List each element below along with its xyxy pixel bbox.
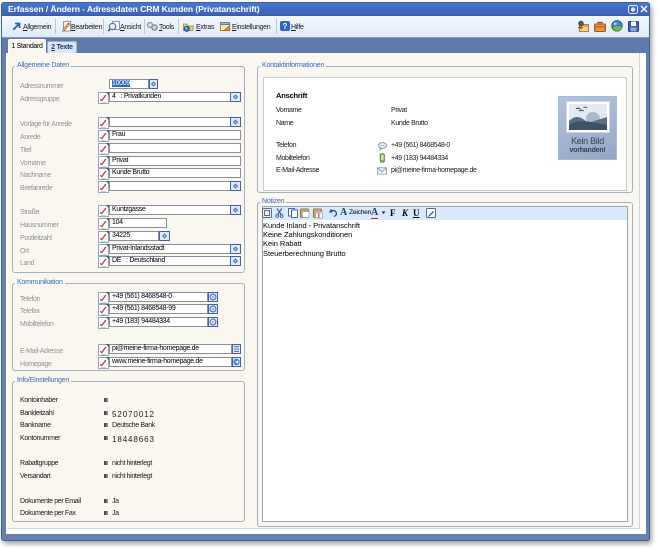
svg-text:T: T [316,211,321,219]
svg-text:?: ? [283,22,288,31]
